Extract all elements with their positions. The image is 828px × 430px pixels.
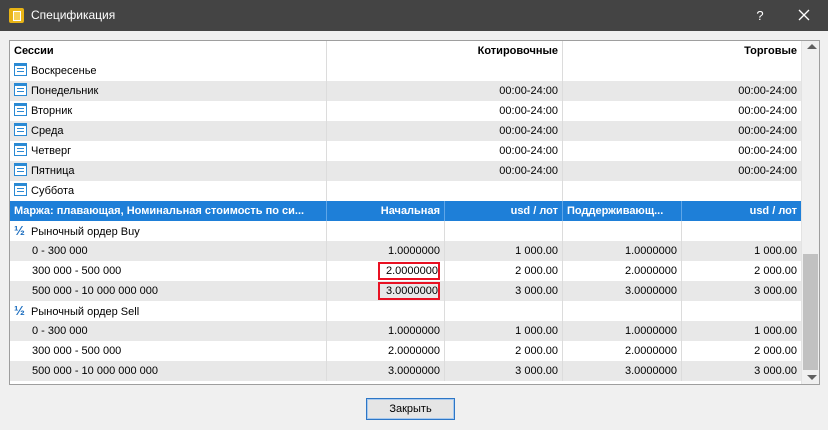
window-title: Спецификация [31,8,116,22]
calendar-icon [14,83,27,96]
session-trade: 00:00-24:00 [738,165,797,177]
margin-row[interactable]: 0 - 300 000 1.0000000 1 000.00 1.0000000… [10,241,801,261]
initial-usd: 3 000.00 [445,281,563,301]
maintenance-rate: 3.0000000 [563,281,682,301]
group-label: Рыночный ордер Sell [31,306,140,318]
initial-usd-header: usd / лот [445,201,563,221]
session-quote [327,181,563,201]
session-day: Суббота [31,185,75,197]
maintenance-usd: 1 000.00 [754,245,797,257]
session-quote: 00:00-24:00 [327,121,563,141]
volume-range: 300 000 - 500 000 [10,261,327,281]
maintenance-rate: 2.0000000 [563,341,682,361]
session-row[interactable]: Понедельник 00:00-24:00 00:00-24:00 [10,81,801,101]
calendar-icon [14,143,27,156]
session-row[interactable]: Среда 00:00-24:00 00:00-24:00 [10,121,801,141]
session-day: Пятница [31,165,75,177]
session-trade [563,181,801,201]
maintenance-usd: 2 000.00 [754,345,797,357]
maintenance-rate: 1.0000000 [563,321,682,341]
app-icon [9,8,24,23]
margin-row[interactable]: 0 - 300 000 1.0000000 1 000.00 1.0000000… [10,321,801,341]
initial-usd: 2 000.00 [445,261,563,281]
group-label: Рыночный ордер Buy [31,226,140,238]
session-day: Воскресенье [31,65,97,77]
trade-header: Торговые [744,45,797,57]
session-row[interactable]: Воскресенье [10,61,801,81]
session-quote [327,61,563,81]
margin-group-row[interactable]: ½ Рыночный ордер Sell [10,301,801,321]
margin-header-row: Маржа: плавающая, Номинальная стоимость … [10,201,801,221]
volume-range: 500 000 - 10 000 000 000 [10,281,327,301]
calendar-icon [14,63,27,76]
session-trade: 00:00-24:00 [738,125,797,137]
session-trade: 00:00-24:00 [738,105,797,117]
half-fraction-icon: ½ [14,223,25,238]
volume-range: 300 000 - 500 000 [10,341,327,361]
maintenance-header: Поддерживающ... [563,201,682,221]
session-trade: 00:00-24:00 [738,85,797,97]
initial-usd: 2 000.00 [445,341,563,361]
maintenance-rate: 2.0000000 [563,261,682,281]
initial-header: Начальная [327,201,445,221]
margin-row[interactable]: 300 000 - 500 000 2.0000000 2 000.00 2.0… [10,341,801,361]
session-row[interactable]: Четверг 00:00-24:00 00:00-24:00 [10,141,801,161]
session-day: Вторник [31,105,73,117]
session-quote: 00:00-24:00 [327,101,563,121]
session-row[interactable]: Вторник 00:00-24:00 00:00-24:00 [10,101,801,121]
session-day: Среда [31,125,64,137]
volume-range: 0 - 300 000 [10,241,327,261]
scrollbar-thumb[interactable] [803,254,818,370]
maintenance-rate: 3.0000000 [563,361,682,381]
initial-rate-highlighted: 2.0000000 [378,262,440,280]
help-button[interactable]: ? [744,0,776,31]
volume-range: 0 - 300 000 [10,321,327,341]
initial-usd: 1 000.00 [445,241,563,261]
initial-rate-highlighted: 3.0000000 [378,282,440,300]
title-bar: Спецификация ? [0,0,828,31]
initial-usd: 3 000.00 [445,361,563,381]
initial-rate: 1.0000000 [327,321,445,341]
maintenance-usd: 3 000.00 [754,285,797,297]
quote-header: Котировочные [327,41,563,61]
sessions-header: Сессии [10,41,327,61]
maintenance-usd: 2 000.00 [754,265,797,277]
specification-table[interactable]: Сессии Котировочные Торговые Воскресенье… [9,40,820,385]
close-icon [798,9,810,21]
margin-header: Маржа: плавающая, Номинальная стоимость … [10,201,327,221]
half-fraction-icon: ½ [14,303,25,318]
scroll-up-arrow-icon[interactable] [807,44,817,49]
initial-rate: 1.0000000 [327,241,445,261]
maintenance-usd: 1 000.00 [754,325,797,337]
initial-rate: 3.0000000 [327,361,445,381]
session-quote: 00:00-24:00 [327,141,563,161]
maintenance-rate: 1.0000000 [563,241,682,261]
session-row[interactable]: Суббота [10,181,801,201]
session-row[interactable]: Пятница 00:00-24:00 00:00-24:00 [10,161,801,181]
calendar-icon [14,163,27,176]
initial-usd: 1 000.00 [445,321,563,341]
session-day: Понедельник [31,85,99,97]
session-quote: 00:00-24:00 [327,161,563,181]
sessions-header-row: Сессии Котировочные Торговые [10,41,801,61]
calendar-icon [14,103,27,116]
session-trade [563,61,801,81]
maintenance-usd-header: usd / лот [749,205,797,217]
volume-range: 500 000 - 10 000 000 000 [10,361,327,381]
margin-row[interactable]: 300 000 - 500 000 2.0000000 2 000.00 2.0… [10,261,801,281]
maintenance-usd: 3 000.00 [754,365,797,377]
session-quote: 00:00-24:00 [327,81,563,101]
close-button[interactable]: Закрыть [366,398,455,420]
scroll-down-arrow-icon[interactable] [807,375,817,380]
calendar-icon [14,123,27,136]
initial-rate: 2.0000000 [327,341,445,361]
session-day: Четверг [31,145,72,157]
session-trade: 00:00-24:00 [738,145,797,157]
margin-row[interactable]: 500 000 - 10 000 000 000 3.0000000 3 000… [10,281,801,301]
margin-row[interactable]: 500 000 - 10 000 000 000 3.0000000 3 000… [10,361,801,381]
close-window-button[interactable] [788,0,820,31]
margin-group-row[interactable]: ½ Рыночный ордер Buy [10,221,801,241]
calendar-icon [14,183,27,196]
